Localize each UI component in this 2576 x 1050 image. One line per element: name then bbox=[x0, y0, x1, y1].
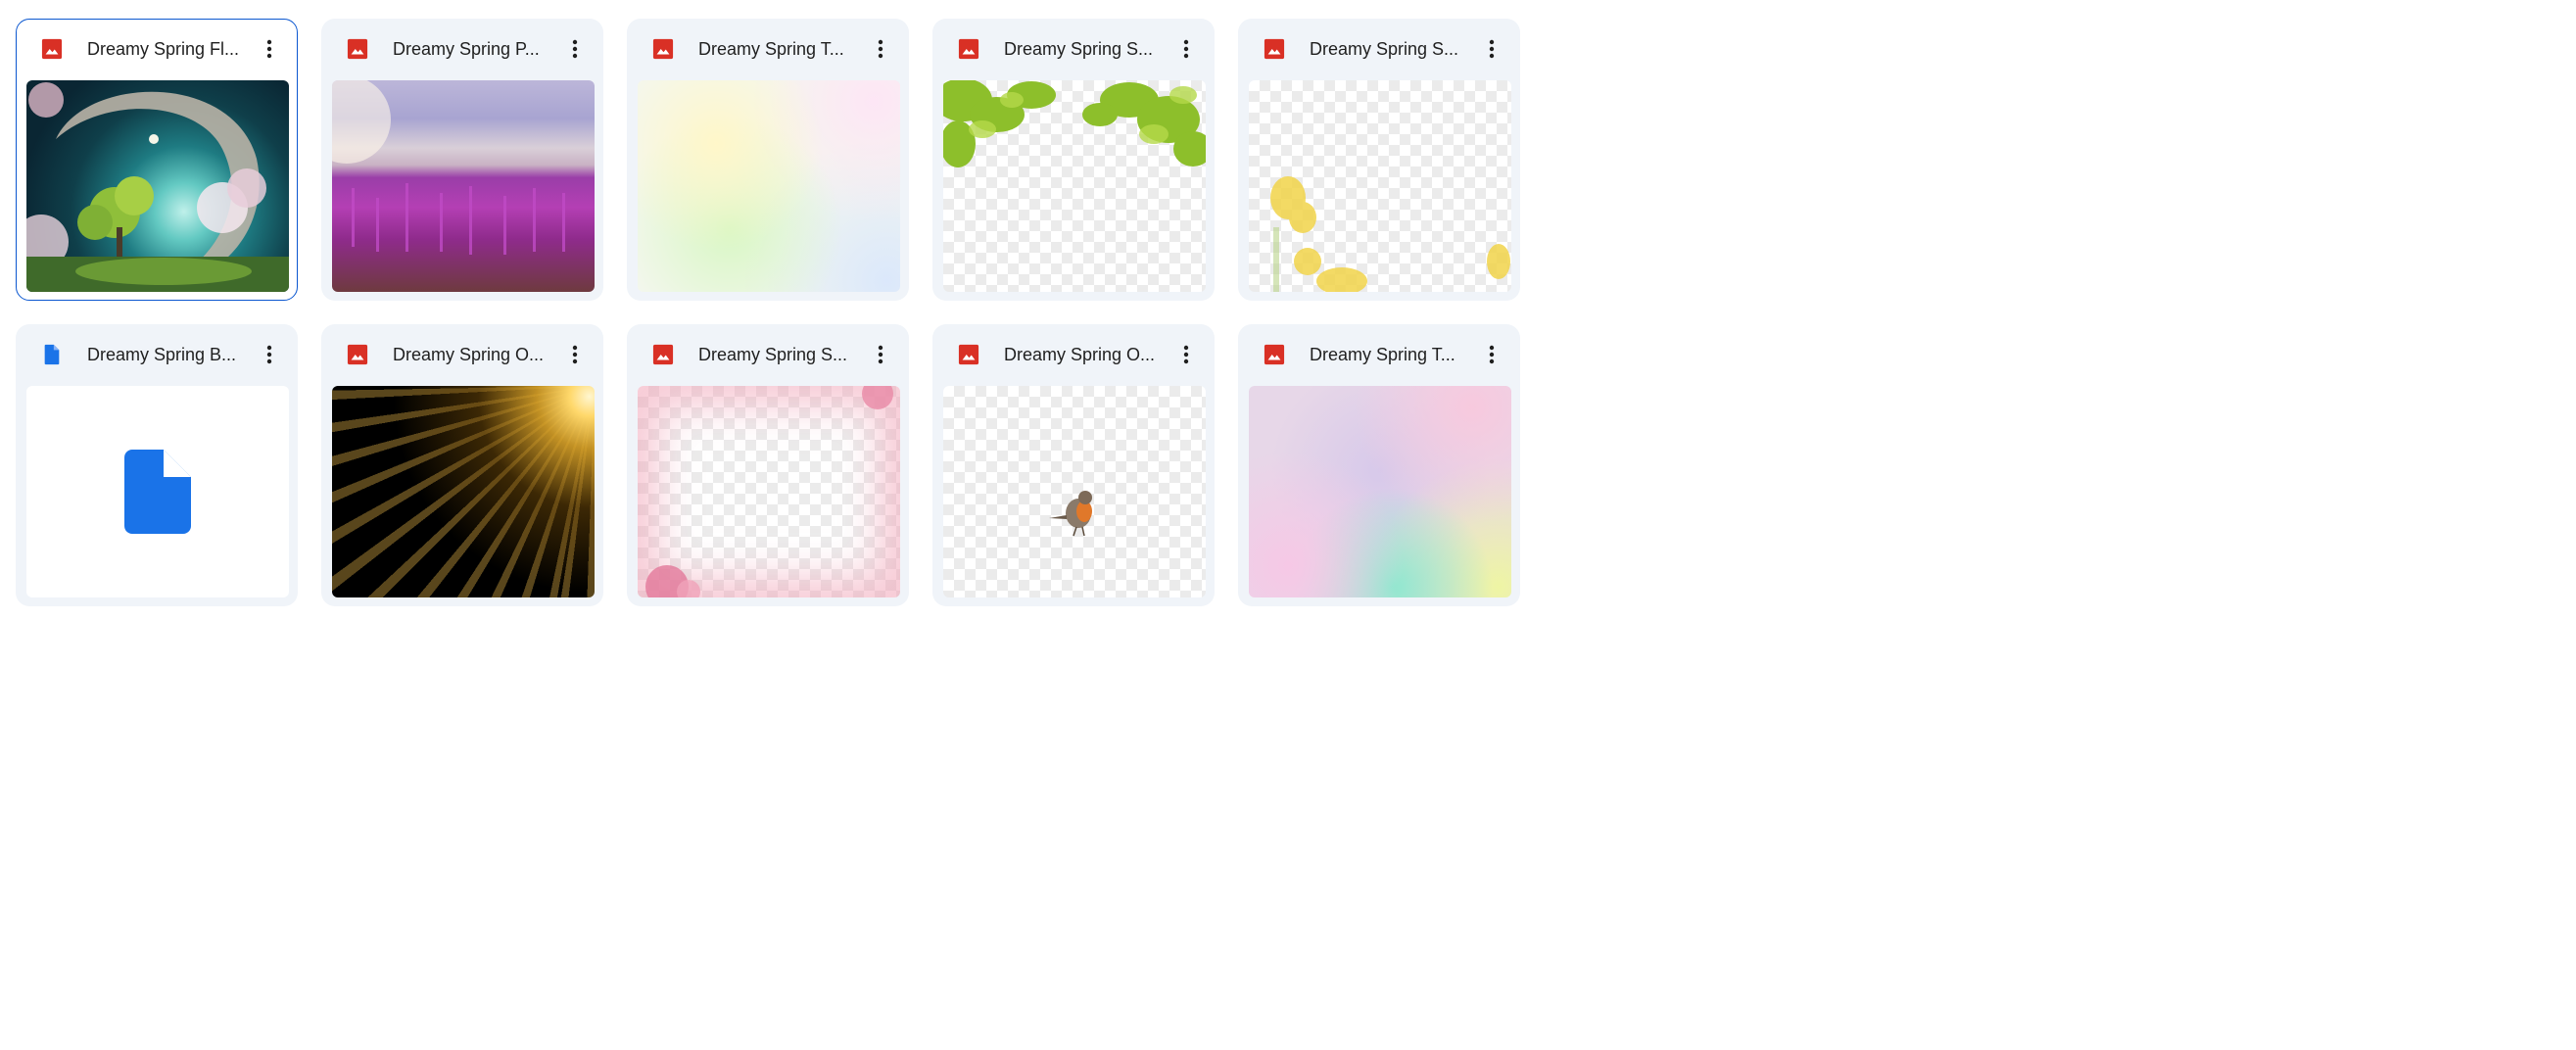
image-file-icon bbox=[958, 38, 979, 60]
file-thumbnail[interactable] bbox=[638, 386, 900, 597]
file-card-header: Dreamy Spring S... bbox=[627, 324, 909, 385]
yellow-flowers-overlay-image bbox=[1270, 176, 1510, 292]
blossom-accent bbox=[645, 386, 893, 597]
file-title: Dreamy Spring S... bbox=[1004, 39, 1154, 59]
file-card[interactable]: Dreamy Spring S... bbox=[932, 19, 1215, 301]
file-thumbnail[interactable] bbox=[638, 80, 900, 292]
file-card-header: Dreamy Spring T... bbox=[1238, 324, 1520, 385]
more-vert-icon bbox=[572, 39, 578, 59]
file-title: Dreamy Spring T... bbox=[698, 39, 844, 59]
file-card[interactable]: Dreamy Spring O... bbox=[321, 324, 603, 606]
file-thumbnail[interactable] bbox=[26, 80, 289, 292]
image-file-icon bbox=[652, 344, 674, 365]
image-file-icon bbox=[1264, 38, 1285, 60]
more-vert-icon bbox=[1183, 39, 1189, 59]
file-title: Dreamy Spring P... bbox=[393, 39, 540, 59]
more-actions-button[interactable] bbox=[866, 34, 895, 64]
file-thumbnail[interactable] bbox=[332, 386, 595, 597]
more-actions-button[interactable] bbox=[255, 34, 284, 64]
more-actions-button[interactable] bbox=[560, 340, 590, 369]
file-title: Dreamy Spring O... bbox=[393, 345, 545, 364]
more-vert-icon bbox=[1489, 39, 1495, 59]
file-card[interactable]: Dreamy Spring S... bbox=[1238, 19, 1520, 301]
file-card-header: Dreamy Spring O... bbox=[321, 324, 603, 385]
file-thumbnail[interactable] bbox=[943, 386, 1206, 597]
more-vert-icon bbox=[266, 39, 272, 59]
more-vert-icon bbox=[878, 39, 883, 59]
file-title: Dreamy Spring T... bbox=[1310, 345, 1455, 364]
file-card-header: Dreamy Spring B... bbox=[16, 324, 298, 385]
more-actions-button[interactable] bbox=[1477, 34, 1506, 64]
image-file-icon bbox=[652, 38, 674, 60]
file-thumbnail[interactable] bbox=[1249, 386, 1511, 597]
file-card[interactable]: Dreamy Spring P... bbox=[321, 19, 603, 301]
image-file-icon bbox=[41, 38, 63, 60]
file-card[interactable]: Dreamy Spring O... bbox=[932, 324, 1215, 606]
more-actions-button[interactable] bbox=[560, 34, 590, 64]
file-title: Dreamy Spring B... bbox=[87, 345, 237, 364]
file-card[interactable]: Dreamy Spring Fl... bbox=[16, 19, 298, 301]
more-actions-button[interactable] bbox=[1171, 34, 1201, 64]
file-card[interactable]: Dreamy Spring B... bbox=[16, 324, 298, 606]
image-file-icon bbox=[347, 38, 368, 60]
file-title: Dreamy Spring O... bbox=[1004, 345, 1156, 364]
more-vert-icon bbox=[572, 345, 578, 364]
file-title: Dreamy Spring S... bbox=[698, 345, 848, 364]
more-vert-icon bbox=[1489, 345, 1495, 364]
file-card-header: Dreamy Spring P... bbox=[321, 19, 603, 79]
file-thumbnail[interactable] bbox=[26, 386, 289, 597]
file-card-header: Dreamy Spring S... bbox=[932, 19, 1215, 79]
file-card[interactable]: Dreamy Spring T... bbox=[1238, 324, 1520, 606]
more-vert-icon bbox=[266, 345, 272, 364]
file-card[interactable]: Dreamy Spring S... bbox=[627, 324, 909, 606]
leaves-overlay-image bbox=[943, 80, 1206, 167]
more-actions-button[interactable] bbox=[255, 340, 284, 369]
document-file-icon bbox=[44, 344, 60, 365]
file-thumbnail[interactable] bbox=[1249, 80, 1511, 292]
moon-scene-image bbox=[26, 82, 289, 292]
file-grid-view: Dreamy Spring Fl... Dreamy Spring P... D… bbox=[0, 0, 1536, 627]
more-vert-icon bbox=[878, 345, 883, 364]
image-file-icon bbox=[958, 344, 979, 365]
more-actions-button[interactable] bbox=[866, 340, 895, 369]
image-file-icon bbox=[347, 344, 368, 365]
file-thumbnail[interactable] bbox=[943, 80, 1206, 292]
document-file-icon bbox=[124, 450, 191, 534]
file-card-header: Dreamy Spring S... bbox=[1238, 19, 1520, 79]
file-card-header: Dreamy Spring O... bbox=[932, 324, 1215, 385]
file-title: Dreamy Spring S... bbox=[1310, 39, 1459, 59]
more-actions-button[interactable] bbox=[1477, 340, 1506, 369]
file-card[interactable]: Dreamy Spring T... bbox=[627, 19, 909, 301]
robin-bird-image bbox=[1049, 491, 1092, 537]
image-file-icon bbox=[1264, 344, 1285, 365]
file-grid: Dreamy Spring Fl... Dreamy Spring P... D… bbox=[16, 19, 1520, 606]
file-card-header: Dreamy Spring T... bbox=[627, 19, 909, 79]
file-title: Dreamy Spring Fl... bbox=[87, 39, 240, 59]
file-thumbnail[interactable] bbox=[332, 80, 595, 292]
more-actions-button[interactable] bbox=[1171, 340, 1201, 369]
flower-field-image bbox=[332, 80, 565, 255]
more-vert-icon bbox=[1183, 345, 1189, 364]
file-card-header: Dreamy Spring Fl... bbox=[17, 20, 297, 80]
